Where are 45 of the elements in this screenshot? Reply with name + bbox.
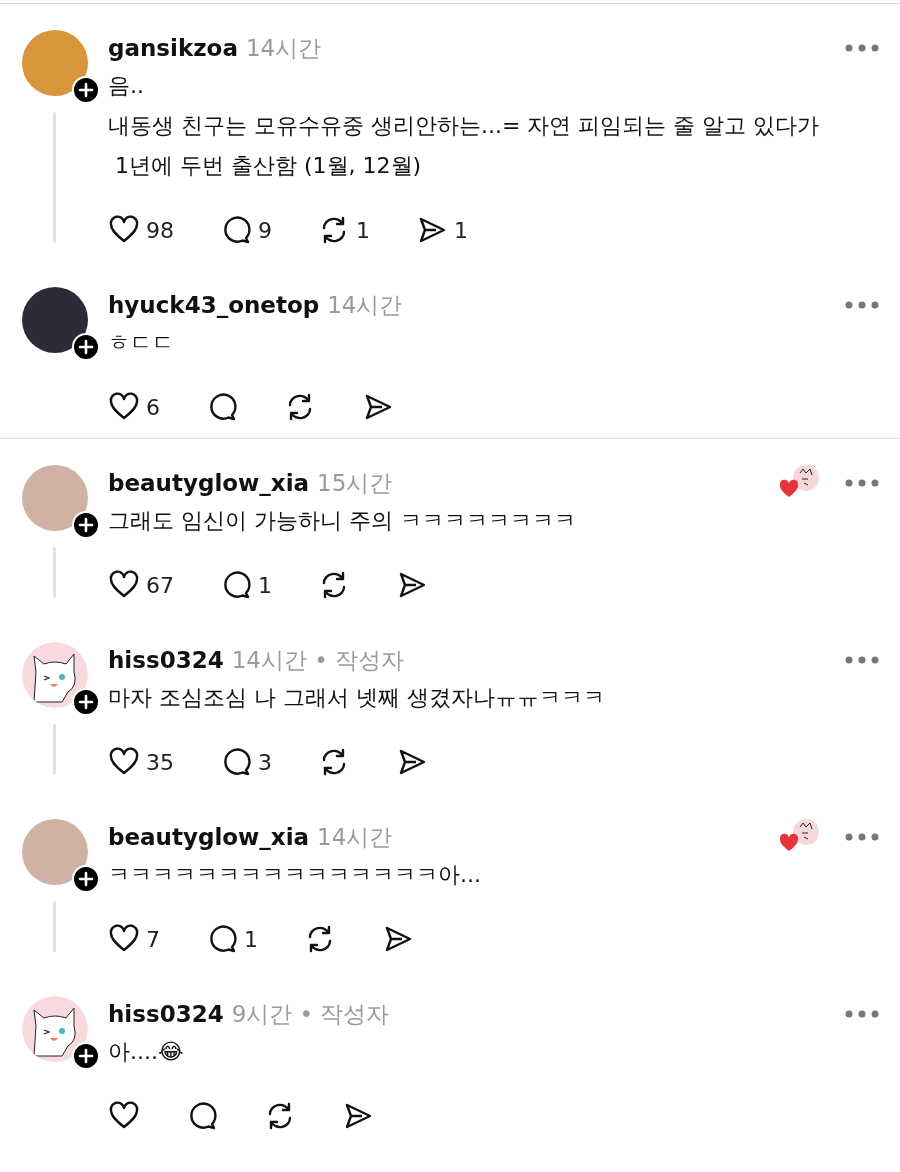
post-text: 음.. (108, 72, 145, 100)
like-button[interactable]: 6 (108, 391, 160, 423)
username[interactable]: hyuck43_onetop (108, 292, 320, 318)
username[interactable]: beautyglow_xia (108, 824, 310, 850)
post-time: 9시간 • 작성자 (231, 999, 390, 1029)
follow-plus-icon[interactable] (72, 76, 100, 104)
post-text: 1년에 두번 출산함 (1월, 12월) (114, 152, 423, 180)
follow-plus-icon[interactable] (72, 511, 100, 539)
post-text: 내동생 친구는 모유수유중 생리안하는...= 자연 피임되는 줄 알고 있다가 (108, 112, 821, 140)
cat-avatar[interactable] (22, 996, 88, 1062)
reply-button[interactable]: 1 (206, 923, 258, 955)
reply-button[interactable]: 3 (220, 746, 272, 778)
post-time: 14시간 • 작성자 (231, 645, 405, 675)
follow-plus-icon[interactable] (72, 865, 100, 893)
like-button[interactable]: 67 (108, 569, 174, 601)
like-button[interactable]: 35 (108, 746, 174, 778)
post-time: 15시간 (317, 468, 393, 498)
post-time: 14시간 (317, 822, 393, 852)
post-text: 마자 조심조심 나 그래서 넷째 생겼자나ㅠㅠㅋㅋㅋ (108, 684, 606, 712)
username[interactable]: gansikzoa (108, 35, 238, 61)
more-options-icon[interactable] (844, 655, 880, 665)
username[interactable]: hiss0324 (108, 1001, 224, 1027)
repost-button[interactable]: 1 (318, 214, 370, 246)
like-button[interactable]: 7 (108, 923, 160, 955)
follow-plus-icon[interactable] (72, 1042, 100, 1070)
post-text: ㅋㅋㅋㅋㅋㅋㅋㅋㅋㅋㅋㅋㅋㅋㅋ아... (108, 861, 482, 889)
follow-plus-icon[interactable] (72, 688, 100, 716)
more-options-icon[interactable] (844, 1009, 880, 1019)
cat-avatar[interactable] (22, 642, 88, 708)
post-text: 그래도 임신이 가능하니 주의 ㅋㅋㅋㅋㅋㅋㅋㅋ (108, 507, 577, 535)
more-options-icon[interactable] (844, 478, 880, 488)
share-button[interactable]: 1 (416, 214, 468, 246)
like-button[interactable]: 98 (108, 214, 174, 246)
reply-button[interactable]: 9 (220, 214, 272, 246)
more-options-icon[interactable] (844, 43, 880, 53)
username[interactable]: beautyglow_xia (108, 470, 310, 496)
follow-plus-icon[interactable] (72, 333, 100, 361)
post-time: 14시간 (327, 290, 403, 320)
post-text: ㅎㄷㄷ (108, 329, 175, 357)
more-options-icon[interactable] (844, 300, 880, 310)
post-text: 아....😂 (108, 1038, 185, 1066)
username[interactable]: hiss0324 (108, 647, 224, 673)
more-options-icon[interactable] (844, 832, 880, 842)
reply-button[interactable]: 1 (220, 569, 272, 601)
post-time: 14시간 (245, 33, 322, 63)
